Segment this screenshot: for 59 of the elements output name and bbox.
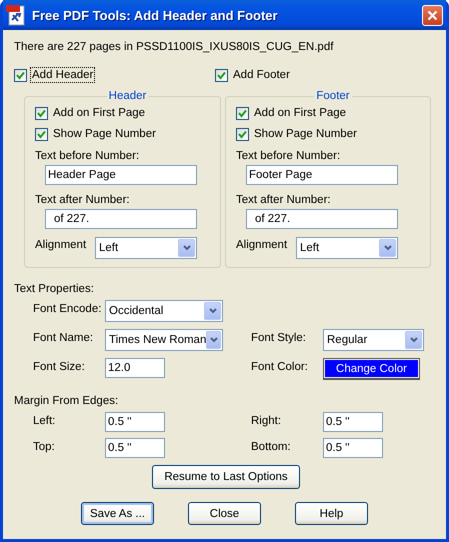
- checkbox[interactable]: [215, 68, 228, 82]
- close-icon[interactable]: [422, 4, 443, 26]
- group-title: Footer: [315, 90, 351, 103]
- dropdown[interactable]: Regular: [323, 329, 424, 351]
- dropdown[interactable]: Times New Roman: [105, 329, 223, 351]
- dialog-button[interactable]: Save As ...: [81, 502, 154, 525]
- checkbox-label[interactable]: Show Page Number: [253, 127, 358, 141]
- checkbox-label[interactable]: Add on First Page: [253, 106, 348, 120]
- chevron-down-icon[interactable]: [178, 239, 195, 257]
- checkbox-label[interactable]: Add on First Page: [52, 106, 146, 120]
- checkbox[interactable]: [14, 68, 27, 82]
- text-field[interactable]: Header Page: [45, 165, 197, 185]
- checkbox[interactable]: [35, 128, 48, 140]
- field-label: Bottom:: [251, 440, 292, 454]
- text-field[interactable]: 12.0: [105, 358, 165, 378]
- field-label: Top:: [33, 440, 56, 454]
- resume-button[interactable]: Resume to Last Options: [152, 465, 300, 489]
- text-field[interactable]: of 227.: [246, 209, 398, 229]
- field-label: Font Size:: [33, 360, 86, 374]
- field-label: Text after Number:: [35, 193, 131, 207]
- checkbox[interactable]: [236, 128, 249, 140]
- dropdown[interactable]: Left: [296, 237, 398, 259]
- field-label: Font Encode:: [33, 302, 102, 316]
- text-field[interactable]: 0.5 '': [323, 412, 383, 432]
- field-label: Right:: [251, 414, 282, 428]
- text-field[interactable]: Footer Page: [246, 165, 398, 185]
- dropdown[interactable]: Left: [95, 237, 197, 259]
- chevron-down-icon[interactable]: [379, 239, 396, 257]
- field-label: Text after Number:: [236, 193, 332, 207]
- field-label: Font Name:: [33, 331, 94, 345]
- field-label: Text before Number:: [236, 149, 342, 163]
- text-field[interactable]: 0.5 '': [323, 438, 383, 458]
- section-heading: Margin From Edges:: [14, 394, 120, 408]
- checkbox[interactable]: [35, 106, 48, 120]
- info-text: There are 227 pages in PSSD1100IS_IXUS80IS_CUG_EN.pdf: [14, 40, 334, 54]
- text-field[interactable]: 0.5 '': [105, 438, 165, 458]
- checkbox-label[interactable]: Add Header: [31, 68, 94, 82]
- text-field[interactable]: of 227.: [45, 209, 197, 229]
- section-heading: Text Properties:: [14, 282, 95, 296]
- dialog-button[interactable]: Close: [188, 502, 261, 525]
- checkbox-label[interactable]: Show Page Number: [52, 127, 157, 141]
- field-label: Font Style:: [251, 331, 307, 345]
- dialog-button[interactable]: Help: [295, 502, 368, 525]
- field-label: Alignment: [236, 239, 288, 251]
- field-label: Left:: [33, 414, 56, 428]
- window-title: Free PDF Tools: Add Header and Footer: [32, 8, 279, 22]
- field-label: Text before Number:: [35, 149, 140, 163]
- dropdown[interactable]: Occidental: [105, 300, 223, 322]
- text-field[interactable]: 0.5 '': [105, 412, 165, 432]
- checkbox[interactable]: [236, 106, 249, 120]
- chevron-down-icon[interactable]: [405, 331, 422, 349]
- chevron-down-icon[interactable]: [206, 331, 221, 349]
- field-label: Font Color:: [251, 360, 309, 374]
- change-color-button[interactable]: Change Color: [323, 358, 420, 380]
- group-title: Header: [108, 90, 148, 103]
- chevron-down-icon[interactable]: [204, 302, 221, 320]
- field-label: Alignment: [35, 239, 88, 251]
- document-tools-icon: [5, 4, 27, 26]
- checkbox-label[interactable]: Add Footer: [232, 68, 291, 82]
